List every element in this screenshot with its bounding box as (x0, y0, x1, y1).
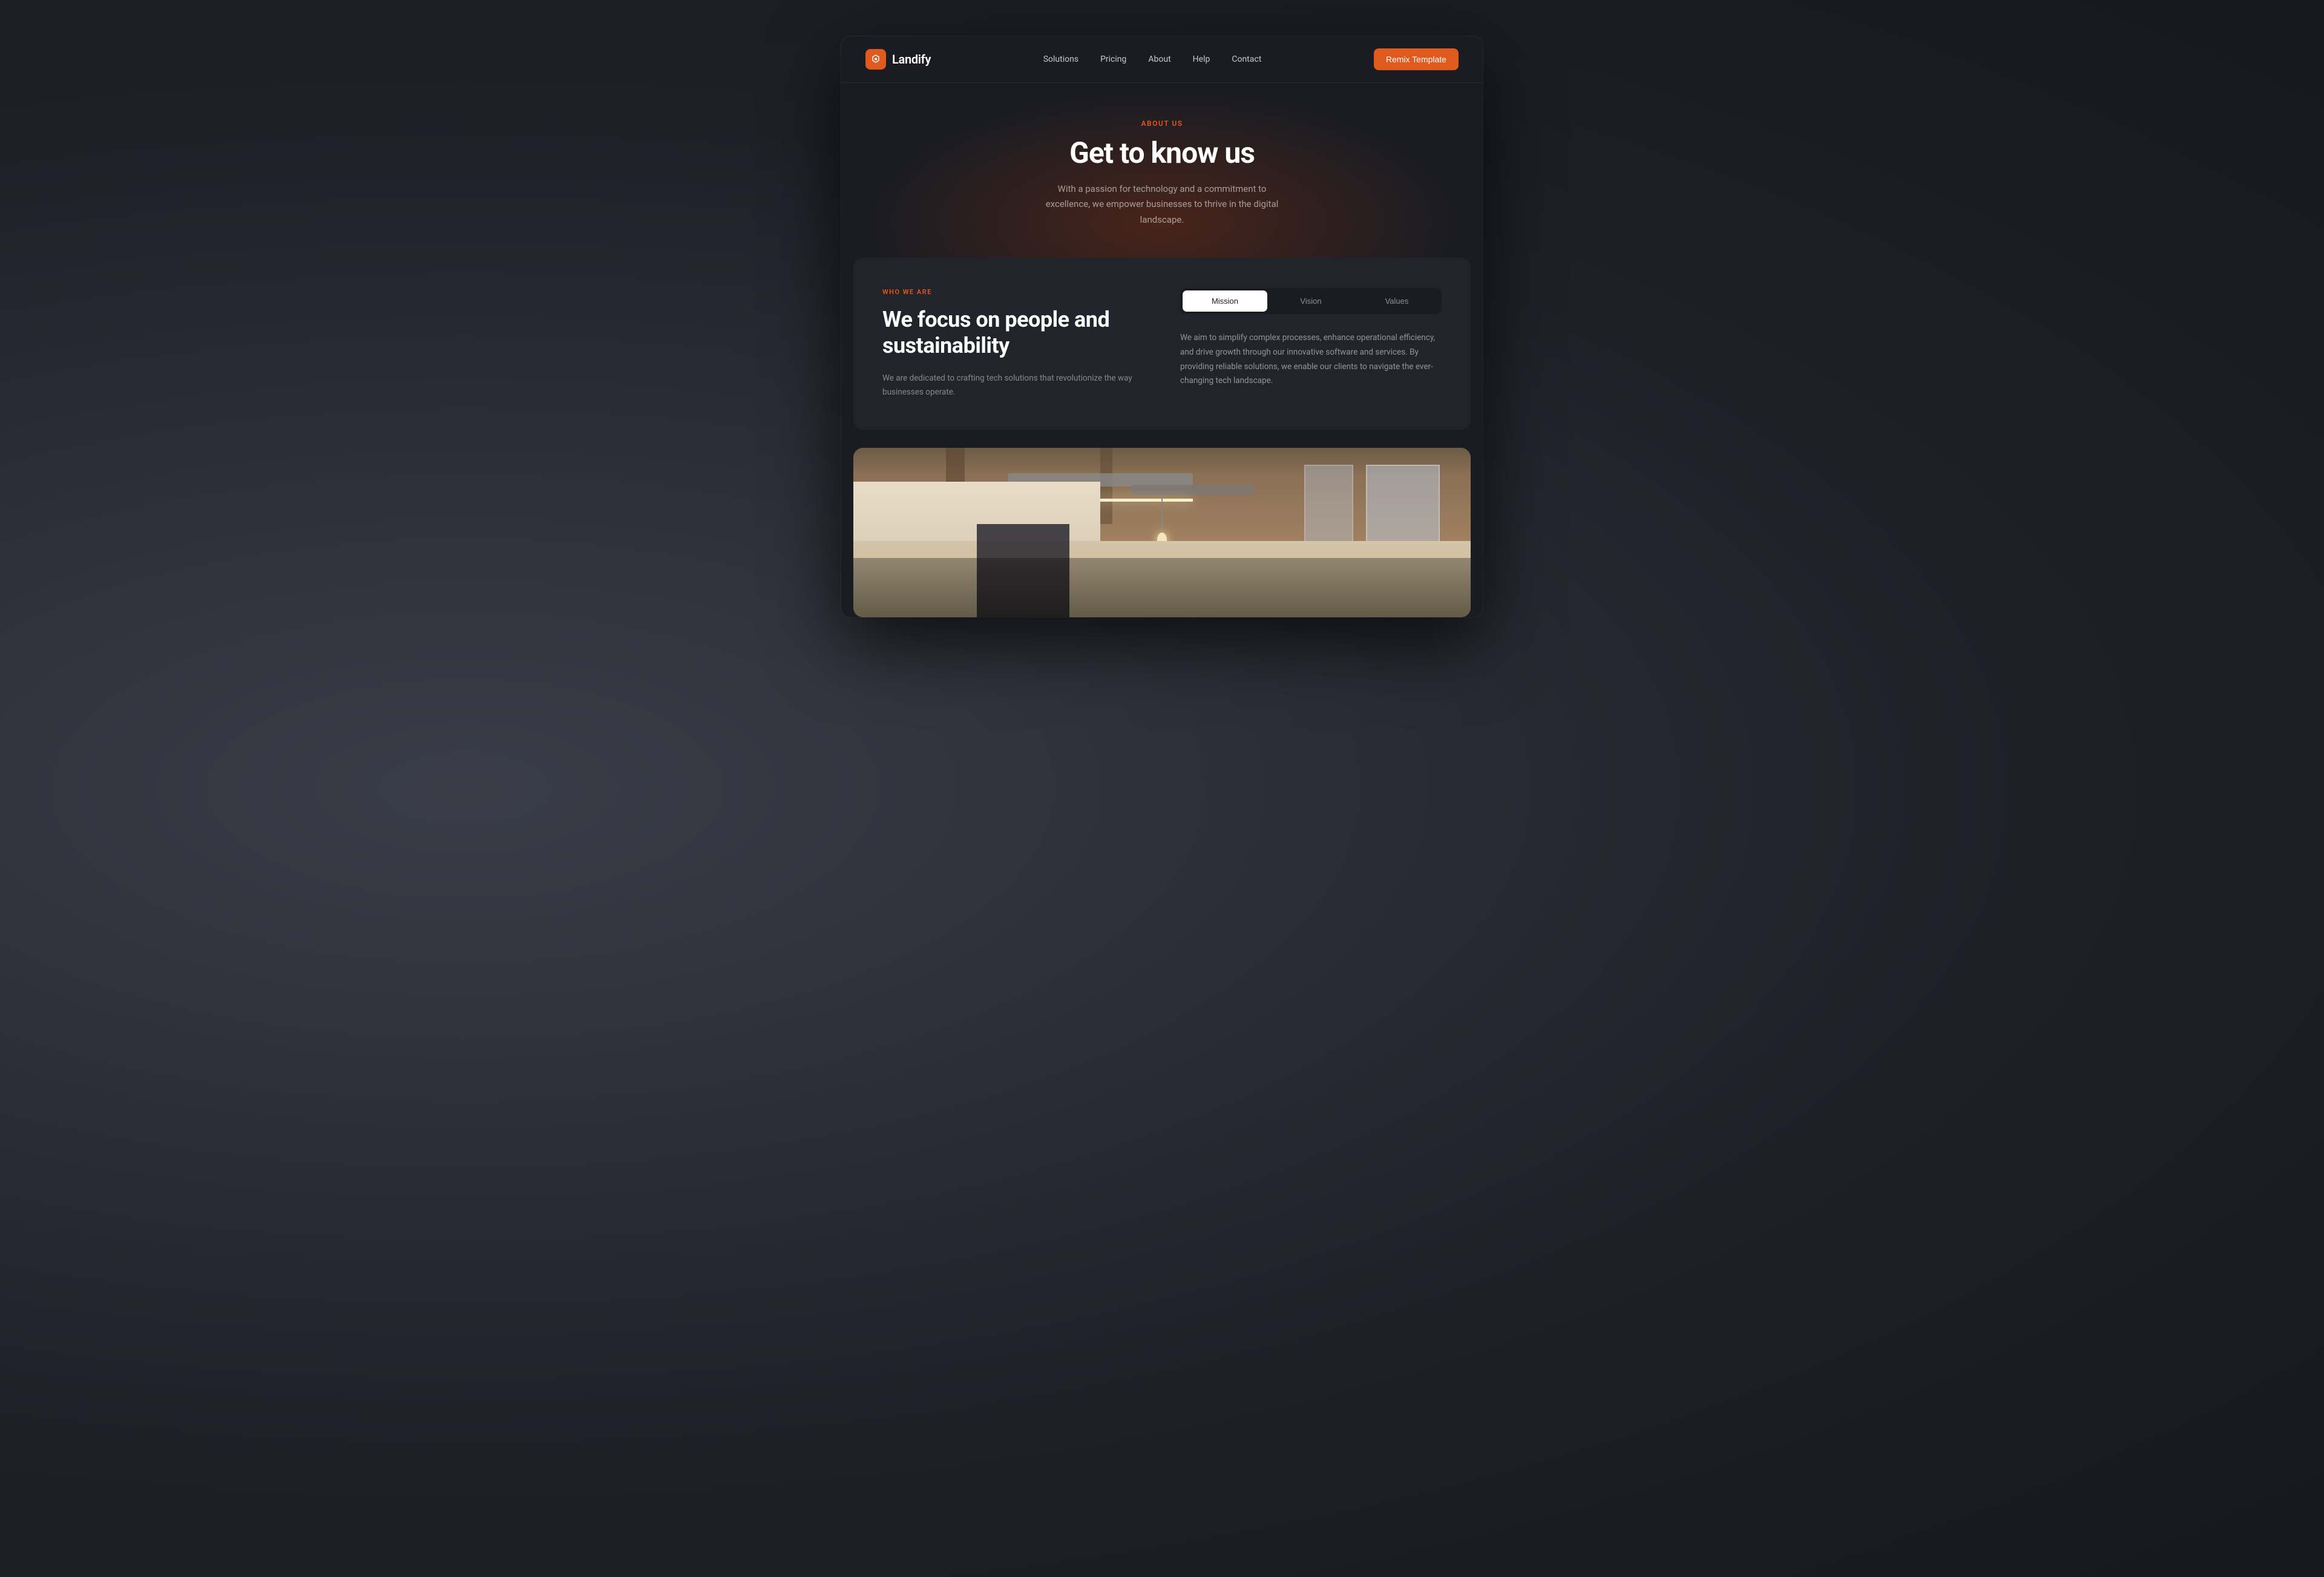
navigation: Landify Solutions Pricing About Help Con… (841, 36, 1483, 83)
tab-content-mission: We aim to simplify complex processes, en… (1180, 331, 1442, 389)
browser-window: Landify Solutions Pricing About Help Con… (841, 36, 1483, 617)
logo-text: Landify (892, 52, 931, 67)
who-right-column: Mission Vision Values We aim to simplify… (1180, 288, 1442, 389)
who-eyebrow: WHO WE ARE (882, 288, 1144, 296)
logo-icon (865, 49, 886, 70)
tabs-container: Mission Vision Values (1180, 288, 1442, 314)
office-image-section (853, 448, 1471, 617)
logo[interactable]: Landify (865, 49, 931, 70)
nav-link-help[interactable]: Help (1193, 54, 1210, 64)
who-description: We are dedicated to crafting tech soluti… (882, 372, 1144, 399)
hero-title: Get to know us (865, 137, 1459, 169)
hero-subtitle: With a passion for technology and a comm… (1035, 182, 1289, 228)
hero-eyebrow: ABOUT US (865, 119, 1459, 128)
nav-link-pricing[interactable]: Pricing (1100, 54, 1126, 64)
bottom-shadow (853, 558, 1471, 617)
tab-mission[interactable]: Mission (1183, 290, 1267, 312)
who-title: We focus on people and sustainability (882, 307, 1144, 359)
nav-link-solutions[interactable]: Solutions (1043, 54, 1078, 64)
tab-values[interactable]: Values (1354, 290, 1439, 312)
remix-template-button[interactable]: Remix Template (1374, 48, 1459, 70)
nav-links: Solutions Pricing About Help Contact (1043, 54, 1262, 64)
hero-section: ABOUT US Get to know us With a passion f… (841, 83, 1483, 258)
who-left-column: WHO WE ARE We focus on people and sustai… (882, 288, 1144, 399)
hanging-light (1150, 499, 1174, 547)
tab-vision[interactable]: Vision (1269, 290, 1353, 312)
office-image (853, 448, 1471, 617)
nav-link-contact[interactable]: Contact (1232, 54, 1261, 64)
who-we-are-section: WHO WE ARE We focus on people and sustai… (853, 258, 1471, 429)
nav-link-about[interactable]: About (1148, 54, 1170, 64)
duct-pipe-2 (1131, 485, 1255, 495)
